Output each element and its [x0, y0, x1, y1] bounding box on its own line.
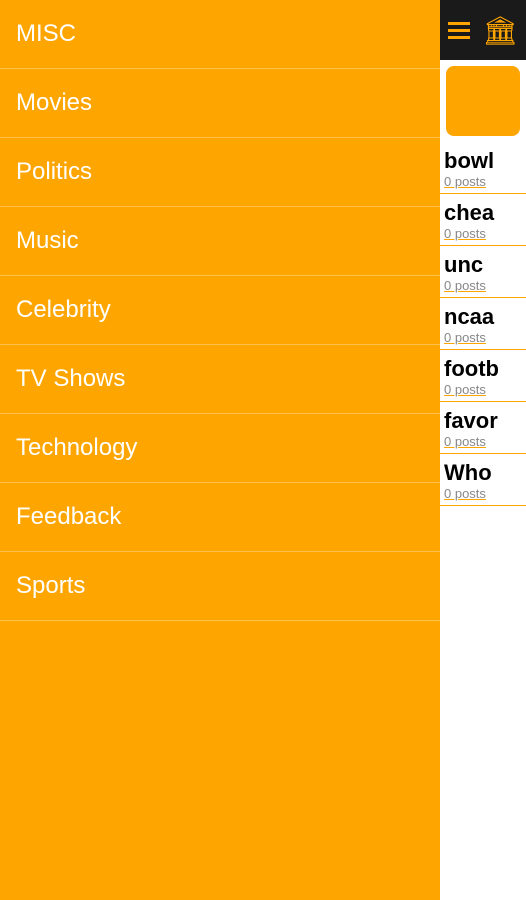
sidebar-item-label: Technology [16, 434, 137, 461]
topic-item[interactable]: unc0 posts [440, 246, 526, 298]
topic-item[interactable]: ncaa0 posts [440, 298, 526, 350]
sidebar-item[interactable]: Feedback [0, 483, 440, 552]
sidebar-item[interactable]: TV Shows [0, 345, 440, 414]
topic-item[interactable]: chea0 posts [440, 194, 526, 246]
topic-posts: 0 posts [444, 486, 522, 501]
sidebar-item-label: Celebrity [16, 296, 111, 323]
topic-item[interactable]: favor0 posts [440, 402, 526, 454]
building-icon[interactable]: 🏛 [482, 14, 518, 47]
topic-title: bowl [444, 148, 522, 174]
topic-title: footb [444, 356, 522, 382]
topic-posts: 0 posts [444, 278, 522, 293]
topics-list: bowl0 postschea0 postsunc0 postsncaa0 po… [440, 142, 526, 900]
sidebar-item-label: Movies [16, 89, 92, 116]
search-box[interactable] [446, 66, 520, 136]
topic-posts: 0 posts [444, 174, 522, 189]
topic-title: favor [444, 408, 522, 434]
hamburger-icon[interactable] [448, 22, 470, 39]
topic-posts: 0 posts [444, 382, 522, 397]
sidebar-item[interactable]: Politics [0, 138, 440, 207]
right-header: 🏛 [440, 0, 526, 60]
sidebar-item-label: MISC [16, 20, 76, 47]
sidebar-item-label: Feedback [16, 503, 121, 530]
sidebar: MISC Movies Politics Music Celebrity TV Shows… [0, 0, 440, 900]
topic-posts: 0 posts [444, 434, 522, 449]
sidebar-item-label: Politics [16, 158, 92, 185]
topic-item[interactable]: footb0 posts [440, 350, 526, 402]
topic-item[interactable]: bowl0 posts [440, 142, 526, 194]
sidebar-item[interactable]: Celebrity [0, 276, 440, 345]
topic-title: ncaa [444, 304, 522, 330]
sidebar-item-label: Music [16, 227, 79, 254]
sidebar-item[interactable]: Technology [0, 414, 440, 483]
sidebar-item-label: TV Shows [16, 365, 125, 392]
sidebar-item[interactable]: Sports [0, 552, 440, 621]
topic-title: Who [444, 460, 522, 486]
topic-item[interactable]: Who0 posts [440, 454, 526, 506]
topic-posts: 0 posts [444, 226, 522, 241]
sidebar-item[interactable]: MISC [0, 0, 440, 69]
sidebar-item-label: Sports [16, 572, 85, 599]
topic-title: chea [444, 200, 522, 226]
sidebar-item[interactable]: Movies [0, 69, 440, 138]
sidebar-item[interactable]: Music [0, 207, 440, 276]
right-panel: 🏛 bowl0 postschea0 postsunc0 postsncaa0 … [440, 0, 526, 900]
topic-title: unc [444, 252, 522, 278]
topic-posts: 0 posts [444, 330, 522, 345]
